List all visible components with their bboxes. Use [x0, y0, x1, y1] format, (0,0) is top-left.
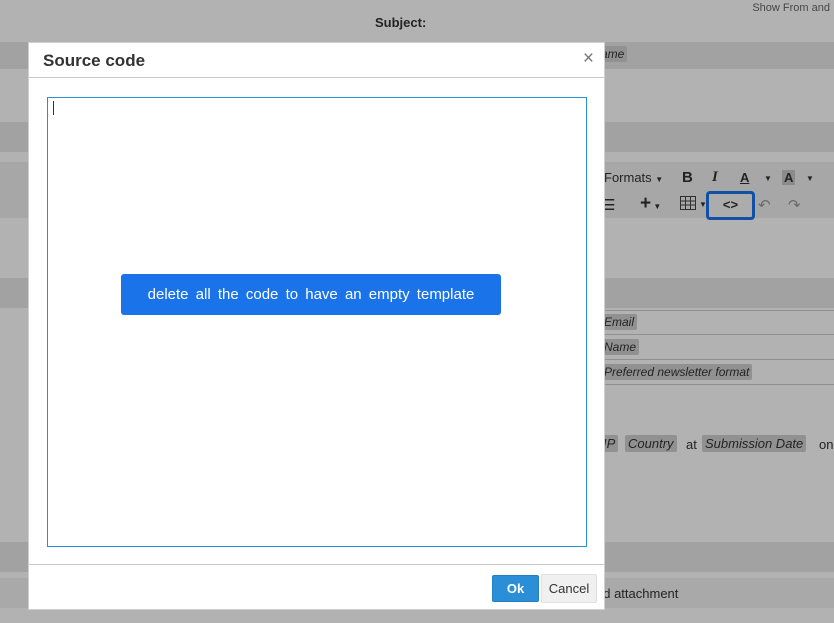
- dialog-title: Source code: [43, 51, 146, 70]
- source-code-textarea[interactable]: [47, 97, 587, 547]
- text-cursor: [53, 101, 54, 115]
- dialog-footer: Ok Cancel: [29, 564, 604, 610]
- close-icon[interactable]: ×: [583, 49, 594, 68]
- source-code-dialog: Source code × delete all the code to hav…: [28, 42, 605, 610]
- cancel-button[interactable]: Cancel: [541, 574, 597, 603]
- instruction-tooltip: delete all the code to have an empty tem…: [121, 274, 501, 315]
- dialog-header: Source code ×: [29, 43, 604, 78]
- ok-button[interactable]: Ok: [492, 575, 539, 602]
